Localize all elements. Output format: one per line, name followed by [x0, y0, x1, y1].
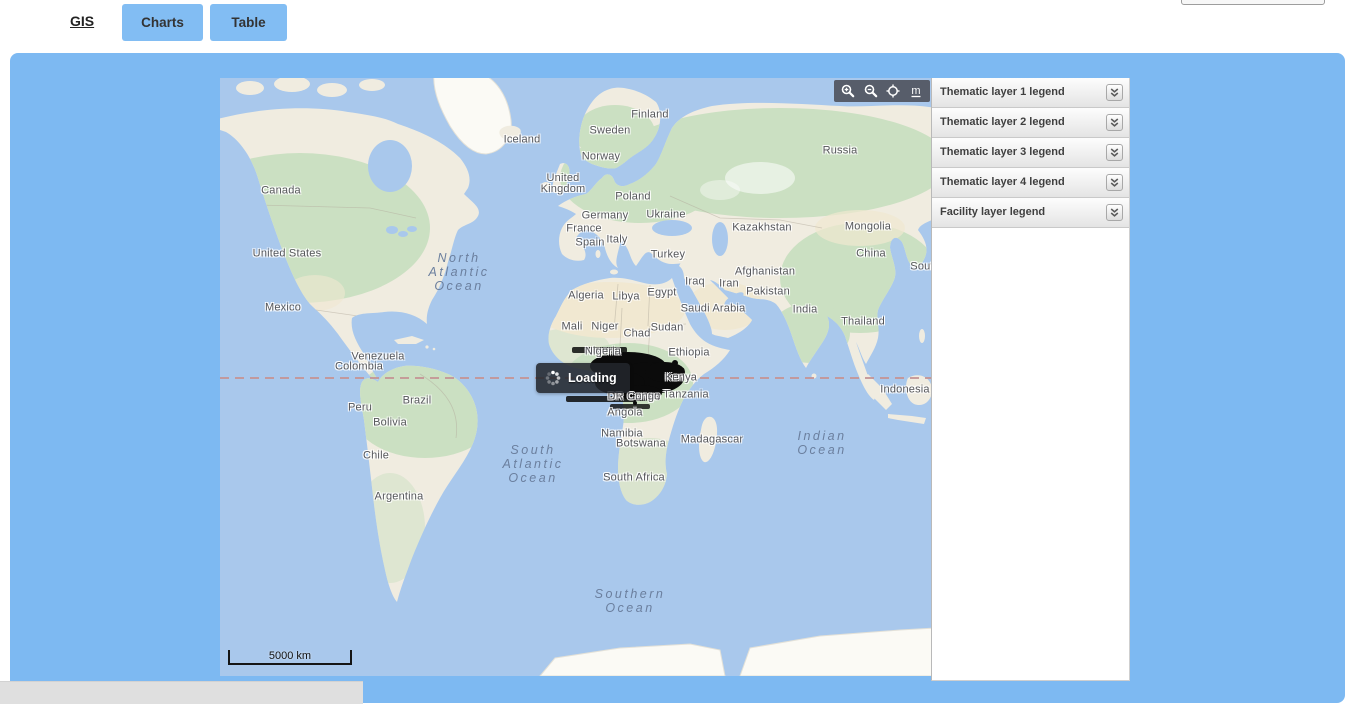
- tab-gis[interactable]: GIS: [70, 13, 94, 29]
- zoom-out-icon[interactable]: [862, 82, 880, 100]
- map-controls: m: [834, 80, 930, 102]
- locate-icon[interactable]: [884, 82, 902, 100]
- chevron-down-icon[interactable]: [1106, 174, 1123, 191]
- legend-header-label: Thematic layer 3 legend: [940, 146, 1065, 158]
- legend-header-thematic-1[interactable]: Thematic layer 1 legend: [932, 78, 1129, 108]
- chevron-down-icon[interactable]: [1106, 204, 1123, 221]
- svg-text:m: m: [911, 85, 920, 97]
- legend-header-thematic-3[interactable]: Thematic layer 3 legend: [932, 138, 1129, 168]
- legend-header-label: Facility layer legend: [940, 206, 1045, 218]
- top-bar: GIS Charts Table: [0, 0, 1356, 53]
- chevron-down-icon[interactable]: [1106, 84, 1123, 101]
- spinner-icon: [545, 370, 561, 386]
- chevron-down-icon[interactable]: [1106, 114, 1123, 131]
- measure-icon[interactable]: m: [907, 82, 925, 100]
- legend-header-thematic-2[interactable]: Thematic layer 2 legend: [932, 108, 1129, 138]
- legend-header-thematic-4[interactable]: Thematic layer 4 legend: [932, 168, 1129, 198]
- top-right-input[interactable]: [1181, 0, 1325, 5]
- tab-charts[interactable]: Charts: [122, 4, 203, 41]
- legend-header-label: Thematic layer 2 legend: [940, 116, 1065, 128]
- chevron-down-icon[interactable]: [1106, 144, 1123, 161]
- world-map[interactable]: CanadaUnited StatesMexicoIcelandNorwaySw…: [220, 78, 931, 676]
- horizontal-scrollbar[interactable]: [0, 681, 363, 704]
- gis-app: GIS Charts Table: [0, 0, 1356, 704]
- gis-panel: CanadaUnited StatesMexicoIcelandNorwaySw…: [10, 53, 1345, 703]
- scale-label: 5000 km: [269, 650, 311, 662]
- loading-indicator: Loading: [536, 363, 630, 393]
- legend-panel: Thematic layer 1 legend Thematic layer 2…: [931, 78, 1130, 681]
- loading-label: Loading: [568, 371, 617, 385]
- legend-header-label: Thematic layer 4 legend: [940, 176, 1065, 188]
- legend-header-facility[interactable]: Facility layer legend: [932, 198, 1129, 228]
- tab-table[interactable]: Table: [210, 4, 287, 41]
- zoom-in-icon[interactable]: [839, 82, 857, 100]
- scale-bar: 5000 km: [228, 650, 352, 665]
- legend-header-label: Thematic layer 1 legend: [940, 86, 1065, 98]
